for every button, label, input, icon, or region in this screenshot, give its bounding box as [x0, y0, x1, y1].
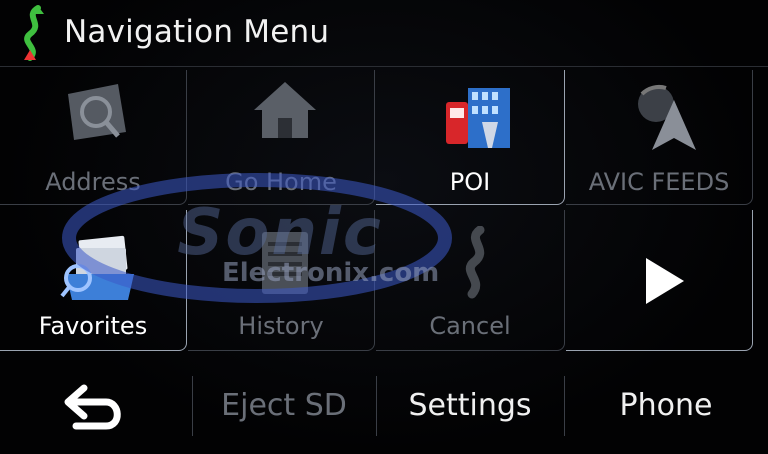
address-label: Address — [45, 168, 141, 196]
go-home-label: Go Home — [225, 168, 337, 196]
settings-button[interactable]: Settings — [378, 362, 562, 450]
poi-tile[interactable]: POI — [376, 70, 565, 205]
eject-sd-label: Eject SD — [221, 388, 347, 423]
history-label: History — [238, 312, 324, 340]
next-page-icon — [646, 258, 684, 304]
back-arrow-icon — [64, 384, 121, 430]
bottom-bar: Eject SD Settings Phone — [0, 362, 768, 454]
navigation-screen: Navigation Menu Address Go Home POI AVIC… — [0, 0, 768, 454]
back-button[interactable] — [0, 362, 190, 450]
favorites-label: Favorites — [38, 312, 148, 340]
address-tile[interactable]: Address — [0, 70, 187, 205]
avic-feeds-label: AVIC FEEDS — [588, 168, 730, 196]
phone-button[interactable]: Phone — [566, 362, 766, 450]
poi-label: POI — [449, 168, 491, 196]
next-page-tile[interactable] — [566, 210, 753, 351]
bottom-divider — [376, 376, 377, 436]
header-bar: Navigation Menu — [0, 0, 768, 67]
go-home-tile[interactable]: Go Home — [188, 70, 375, 205]
bottom-divider — [192, 376, 193, 436]
bottom-divider — [564, 376, 565, 436]
poi-building-icon — [446, 88, 510, 148]
settings-label: Settings — [408, 388, 532, 423]
cancel-route-icon — [465, 226, 485, 299]
avic-feeds-tile[interactable]: AVIC FEEDS — [566, 70, 753, 205]
phone-label: Phone — [619, 388, 713, 423]
eject-sd-button[interactable]: Eject SD — [194, 362, 374, 450]
map-search-icon — [68, 84, 126, 140]
route-icon — [24, 5, 44, 61]
cancel-label: Cancel — [429, 312, 511, 340]
watermark-sub: Electronix.com — [222, 258, 440, 288]
home-icon — [254, 82, 316, 138]
page-title: Navigation Menu — [64, 14, 330, 50]
feeds-arrow-icon — [638, 84, 696, 150]
